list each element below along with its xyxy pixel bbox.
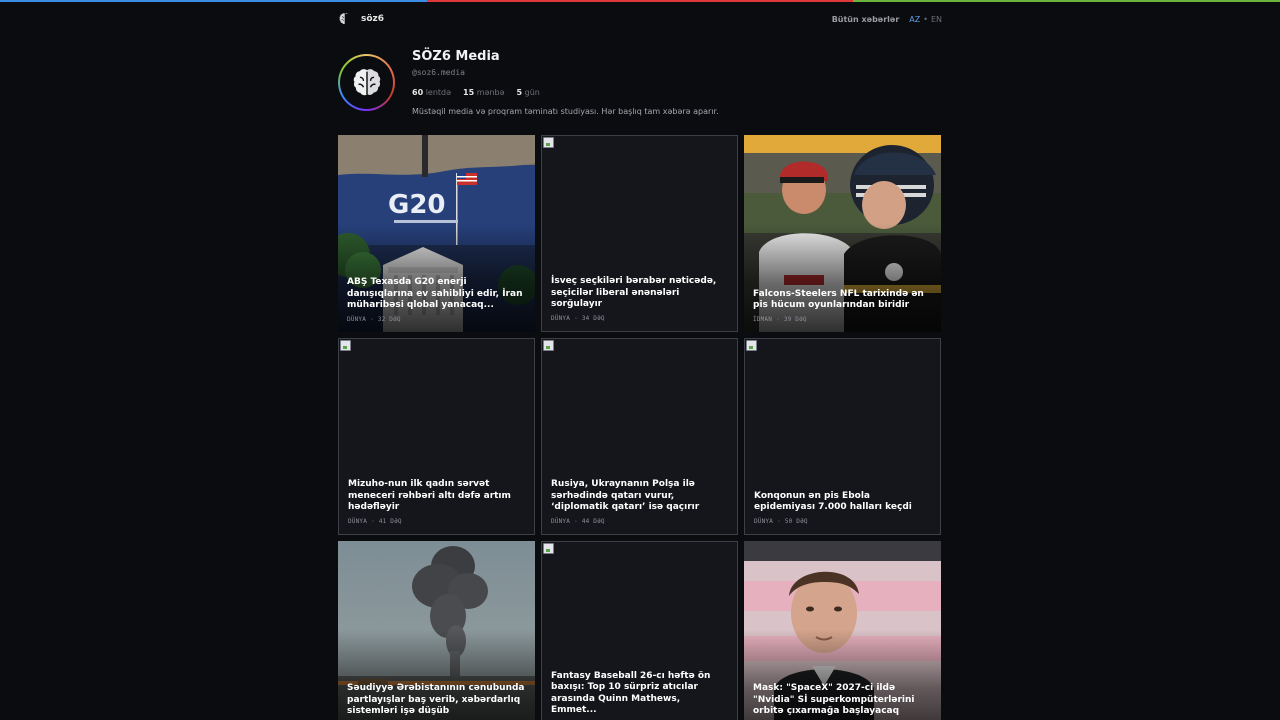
news-meta: DÜNYA · 32 DƏQ bbox=[347, 316, 401, 323]
top-accent-stripe bbox=[0, 0, 1280, 2]
brain-icon bbox=[353, 68, 380, 95]
top-nav: söz6 Bütün xəbərlər AZ • EN bbox=[338, 10, 942, 28]
news-title: Mizuho-nun ilk qadın sərvət meneceri rəh… bbox=[348, 479, 511, 513]
page-title: SÖZ6 Media bbox=[412, 49, 500, 64]
news-card[interactable]: İsveç seçkiləri bərabər nəticədə, seçici… bbox=[541, 135, 738, 332]
news-card[interactable]: Mizuho-nun ilk qadın sərvət meneceri rəh… bbox=[338, 338, 535, 535]
news-meta: İDMAN · 39 DƏQ bbox=[753, 316, 807, 323]
profile-header: SÖZ6 Media @soz6.media 60 lentdə 15 mənb… bbox=[338, 48, 942, 124]
brand-link[interactable]: söz6 bbox=[338, 12, 384, 26]
news-title: ABŞ Texasda G20 enerji danışıqlarına ev … bbox=[347, 277, 523, 311]
stripe-green bbox=[853, 0, 1280, 2]
avatar bbox=[338, 54, 395, 111]
news-card[interactable]: Konqonun ən pis Ebola epidemiyası 7.000 … bbox=[744, 338, 941, 535]
stat-sources: 15 mənbə bbox=[463, 88, 505, 97]
news-card[interactable]: Mask: "SpaceX" 2027-ci ildə "Nvidia" Sİ … bbox=[744, 541, 941, 720]
news-meta: DÜNYA · 34 DƏQ bbox=[551, 315, 605, 322]
lang-en-button[interactable]: EN bbox=[931, 15, 942, 24]
profile-handle: @soz6.media bbox=[412, 68, 465, 77]
broken-image-icon bbox=[543, 543, 554, 554]
news-meta: DÜNYA · 41 DƏQ bbox=[348, 518, 402, 525]
news-meta: DÜNYA · 44 DƏQ bbox=[551, 518, 605, 525]
news-title: Konqonun ən pis Ebola epidemiyası 7.000 … bbox=[754, 490, 912, 513]
broken-image-icon bbox=[340, 340, 351, 351]
news-card[interactable]: Rusiya, Ukraynanın Polşa ilə sərhədində … bbox=[541, 338, 738, 535]
news-title: Mask: "SpaceX" 2027-ci ildə "Nvidia" Sİ … bbox=[753, 683, 915, 717]
news-title: Fantasy Baseball 26-cı həftə ön baxışı: … bbox=[551, 670, 711, 716]
news-title: Falcons-Steelers NFL tarixində ən pis hü… bbox=[753, 288, 924, 311]
stripe-red bbox=[426, 0, 854, 2]
news-title: Rusiya, Ukraynanın Polşa ilə sərhədində … bbox=[551, 479, 700, 513]
news-meta: DÜNYA · 50 DƏQ bbox=[754, 518, 808, 525]
lang-separator: • bbox=[923, 14, 928, 24]
lang-az-button[interactable]: AZ bbox=[909, 15, 920, 24]
all-news-link[interactable]: Bütün xəbərlər bbox=[832, 15, 900, 24]
broken-image-icon bbox=[543, 137, 554, 148]
news-grid: G20 ABŞ Texasda G20 enerji danışıqlarına… bbox=[338, 135, 943, 720]
news-card[interactable]: G20 ABŞ Texasda G20 enerji danışıqlarına… bbox=[338, 135, 535, 332]
news-card[interactable]: Fantasy Baseball 26-cı həftə ön baxışı: … bbox=[541, 541, 738, 720]
stripe-blue bbox=[0, 0, 427, 2]
news-title: Səudiyyə Ərəbistanının cənubunda partlay… bbox=[347, 683, 525, 717]
news-card[interactable]: Səudiyyə Ərəbistanının cənubunda partlay… bbox=[338, 541, 535, 720]
broken-image-icon bbox=[746, 340, 757, 351]
news-card[interactable]: Falcons-Steelers NFL tarixində ən pis hü… bbox=[744, 135, 941, 332]
news-title: İsveç seçkiləri bərabər nəticədə, seçici… bbox=[551, 276, 717, 310]
profile-stats: 60 lentdə 15 mənbə 5 gün bbox=[412, 88, 719, 97]
language-switcher: AZ • EN bbox=[909, 15, 942, 24]
brand-name: söz6 bbox=[361, 14, 385, 24]
profile-description: Müstəqil media və proqram təminatı studi… bbox=[412, 107, 719, 116]
stat-feed: 60 lentdə bbox=[412, 88, 452, 97]
brain-icon bbox=[339, 13, 349, 25]
broken-image-icon bbox=[543, 340, 554, 351]
stat-days: 5 gün bbox=[516, 88, 540, 97]
